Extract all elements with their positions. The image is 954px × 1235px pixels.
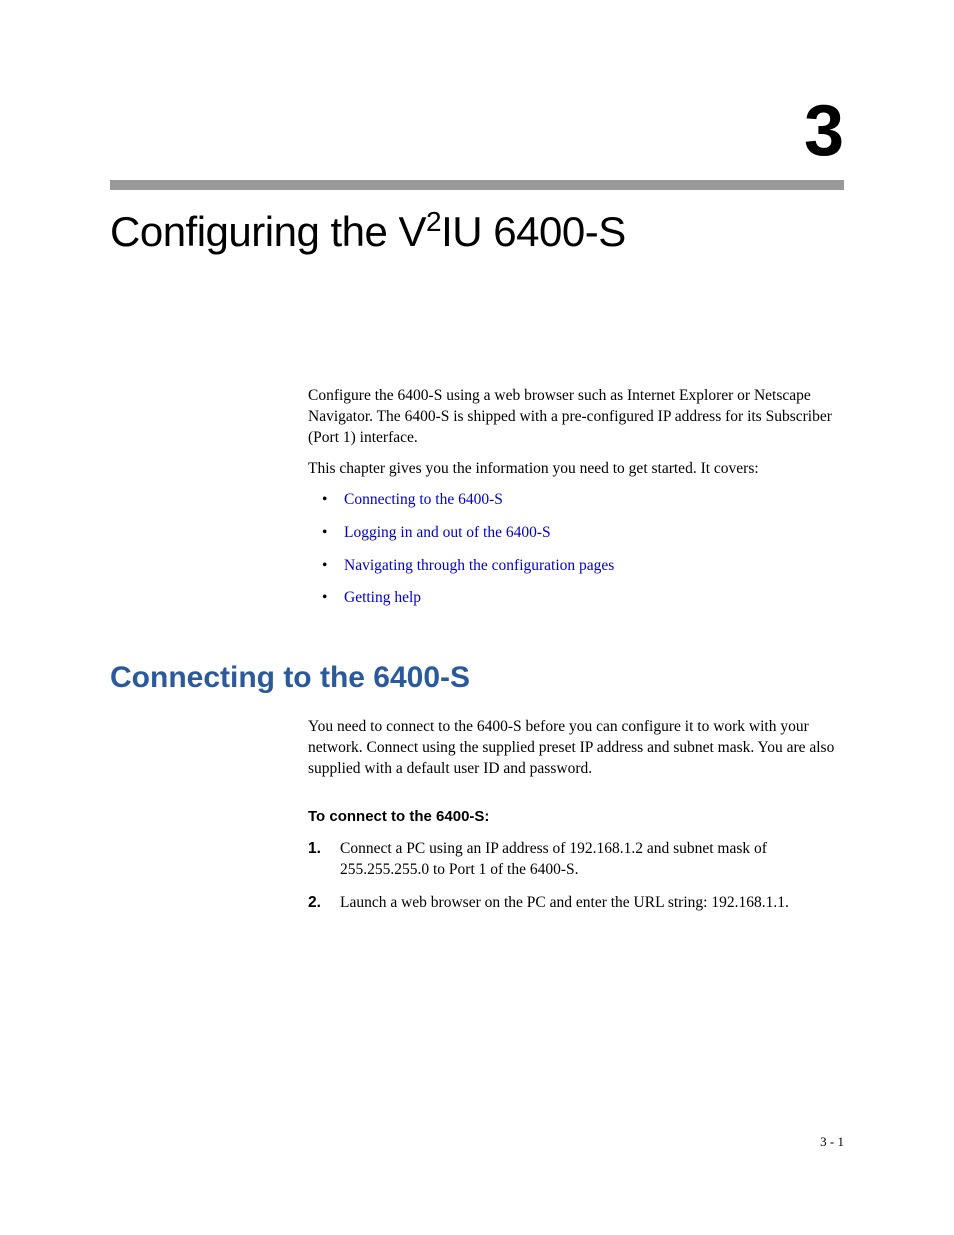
chapter-title-pre: Configuring the V: [110, 208, 426, 255]
link-navigating[interactable]: Navigating through the configuration pag…: [344, 557, 614, 574]
chapter-title: Configuring the V2IU 6400-S: [110, 208, 844, 256]
step-1: 1. Connect a PC using an IP address of 1…: [308, 839, 844, 881]
intro-link-list: Connecting to the 6400-S Logging in and …: [322, 490, 844, 610]
intro-paragraph-2: This chapter gives you the information y…: [308, 459, 844, 480]
chapter-title-sup: 2: [426, 206, 441, 237]
list-item: Getting help: [322, 588, 844, 609]
link-logging[interactable]: Logging in and out of the 6400-S: [344, 524, 551, 541]
intro-paragraph-1: Configure the 6400-S using a web browser…: [308, 386, 844, 449]
step-text: Connect a PC using an IP address of 192.…: [340, 840, 767, 878]
chapter-number: 3: [110, 90, 844, 172]
procedure-steps: 1. Connect a PC using an IP address of 1…: [308, 839, 844, 914]
list-item: Navigating through the configuration pag…: [322, 556, 844, 577]
link-connecting[interactable]: Connecting to the 6400-S: [344, 491, 503, 508]
link-help[interactable]: Getting help: [344, 589, 421, 606]
step-number: 2.: [308, 893, 321, 914]
section-heading-connecting: Connecting to the 6400-S: [110, 661, 844, 695]
list-item: Connecting to the 6400-S: [322, 490, 844, 511]
chapter-divider: [110, 180, 844, 190]
step-number: 1.: [308, 839, 321, 860]
procedure-heading: To connect to the 6400-S:: [308, 808, 844, 825]
list-item: Logging in and out of the 6400-S: [322, 523, 844, 544]
page-number: 3 - 1: [820, 1134, 844, 1150]
step-text: Launch a web browser on the PC and enter…: [340, 894, 789, 911]
section-paragraph-1: You need to connect to the 6400-S before…: [308, 717, 844, 780]
step-2: 2. Launch a web browser on the PC and en…: [308, 893, 844, 914]
chapter-title-post: IU 6400-S: [441, 208, 626, 255]
